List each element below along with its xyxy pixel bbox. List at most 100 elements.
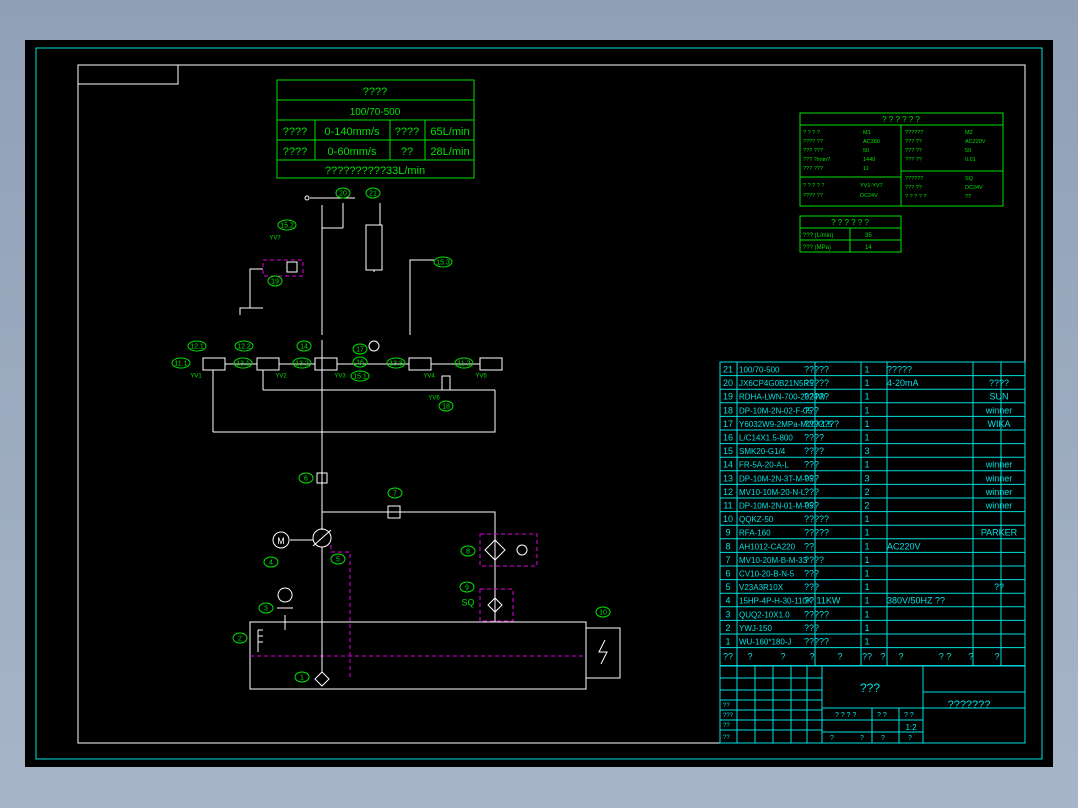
callout-label: 5 <box>336 557 340 564</box>
bom-cell: ?? <box>804 541 814 551</box>
spec-cell: ???? <box>283 146 307 158</box>
electrical-cell: M1 <box>863 130 871 136</box>
bom-cell: 1 <box>864 623 869 633</box>
bom-cell: 1 <box>864 582 869 592</box>
bom-cell: 1 <box>864 460 869 470</box>
bom-cell: 3 <box>725 609 730 619</box>
drawing-canvas[interactable]: ???? 100/70-500 ???? 0-140mm/s ???? 65L/… <box>25 40 1053 767</box>
title-cell: ? ? <box>877 712 887 719</box>
bom-cell: 1 <box>864 419 869 429</box>
electrical-cell: ??? ?/min? <box>803 157 830 163</box>
bom-cell: ???? <box>804 433 824 443</box>
bom-cell: 14 <box>723 460 733 470</box>
bom-cell: ??? <box>804 487 819 497</box>
electrical-table-title: ? ? ? ? ? ? <box>882 115 920 124</box>
bom-cell: ????? <box>804 392 829 402</box>
callout-label: 6 <box>304 476 308 483</box>
bom-cell: 1 <box>864 392 869 402</box>
bom-cell: DP-10M-2N-3T-M-05 <box>739 474 814 483</box>
valve-yv5 <box>479 357 503 371</box>
valve-yv3 <box>314 357 338 371</box>
spec-title: ???? <box>363 86 387 98</box>
callout-label: 16 <box>356 360 364 367</box>
title-cell: ? ? <box>904 712 914 719</box>
title-cell: ? <box>908 735 912 742</box>
bom-cell: 17 <box>723 419 733 429</box>
electrical-cell: ??? ?? <box>905 139 922 145</box>
bom-cell: 19 <box>723 392 733 402</box>
callout-label: YV5 <box>475 374 487 380</box>
callout-label: 11.1 <box>174 361 187 368</box>
bom-cell: 11 <box>723 501 732 511</box>
bom-cell: winner <box>985 487 1013 497</box>
bom-cell: ????? <box>804 365 829 375</box>
bom-cell: 1 <box>864 541 869 551</box>
callout-label: 21 <box>369 191 377 198</box>
bom-cell: FR-5A-20-A-L <box>739 461 789 470</box>
electrical-cell: ?? <box>965 194 971 200</box>
bom-cell: ????? <box>804 514 829 524</box>
suction-filter <box>314 620 330 687</box>
electrical-cell: DC24V <box>860 193 878 199</box>
callout-label: 14 <box>300 344 308 351</box>
callout-label: 2 <box>238 636 242 643</box>
bom-cell: JX6CP4G0B21N5R5 <box>739 379 814 388</box>
bom-cell: ???? <box>804 446 824 456</box>
callout-label: 1 <box>300 675 304 682</box>
callout-label: 13.2 <box>295 361 309 368</box>
bom-header-cell: ? <box>747 652 752 662</box>
bom-cell: ????? <box>804 609 829 619</box>
title-cell: ? <box>860 735 864 742</box>
bom-cell: 1 <box>864 528 869 538</box>
callout-label: YV1 <box>190 374 202 380</box>
hydraulic-cell: ??? (L/min) <box>803 233 833 239</box>
bom-cell: SUN <box>989 392 1008 402</box>
valve-yv1 <box>202 357 226 371</box>
electrical-cell: 50 <box>863 148 869 154</box>
motor-label: M <box>277 536 285 546</box>
level-gauge <box>257 629 263 652</box>
hydraulic-cell: 35 <box>865 233 872 239</box>
bom-cell: DP-10M-2N-01-M-05 <box>739 502 814 511</box>
bom-cell: ????? <box>887 365 912 375</box>
bom-cell: 12 <box>723 487 733 497</box>
bom-cell: AH1012-CA220 <box>739 542 796 551</box>
spec-cell: 0-140mm/s <box>324 126 380 138</box>
bom-cell: 1 <box>864 433 869 443</box>
callout-label: YV6 <box>428 396 440 402</box>
electrical-cell: ?????? <box>905 176 923 182</box>
bom-cell: 2 <box>864 501 869 511</box>
spec-cell: 28L/min <box>430 146 469 158</box>
bom-cell: 1 <box>864 569 869 579</box>
corner-tab <box>78 65 179 85</box>
title-cell: ?? <box>723 735 730 741</box>
bom-header-cell: ? <box>968 652 973 662</box>
bom-cell: ??? <box>804 501 819 511</box>
drain-line <box>330 545 351 680</box>
valve-yv6 <box>441 375 451 391</box>
bom-cell: 1 <box>864 514 869 524</box>
bom-header-cell: ?? <box>723 652 733 662</box>
bom-cell: 15HP-4P-H-30-110K <box>739 597 813 606</box>
callout-label: 10 <box>599 610 607 617</box>
bill-of-materials: 21 100/70-500????? 1 ?????20 JX6CP4G0B21N5R5… <box>719 361 1026 667</box>
electrical-cell: ? ? ? ? ? <box>905 194 926 200</box>
valve-yv2 <box>256 357 280 371</box>
bom-cell: WU-160*180-J <box>739 638 791 647</box>
electrical-cell: ??? ??? <box>803 166 823 172</box>
bom-cell: 13 <box>723 473 733 483</box>
cad-viewport[interactable]: ???? 100/70-500 ???? 0-140mm/s ???? 65L/… <box>0 0 1078 808</box>
title-cell: ? <box>830 735 834 742</box>
callout-label: 7 <box>393 491 397 498</box>
electrical-cell: ?????? <box>905 130 923 136</box>
callout-label: 8 <box>466 549 470 556</box>
title-cell: ? ? ? ? <box>835 712 857 719</box>
bom-cell: MV10-20M-B-M-33 <box>739 556 808 565</box>
callout-label: YV7 <box>269 236 281 242</box>
electrical-cell: ??? ?? <box>905 185 922 191</box>
valve-yv4 <box>408 357 432 371</box>
electrical-cell: 11 <box>863 166 869 172</box>
hydraulic-cell: ??? (MPa) <box>803 245 831 251</box>
bom-cell: ????? <box>804 637 829 647</box>
callout-label: 12.1 <box>190 344 204 351</box>
